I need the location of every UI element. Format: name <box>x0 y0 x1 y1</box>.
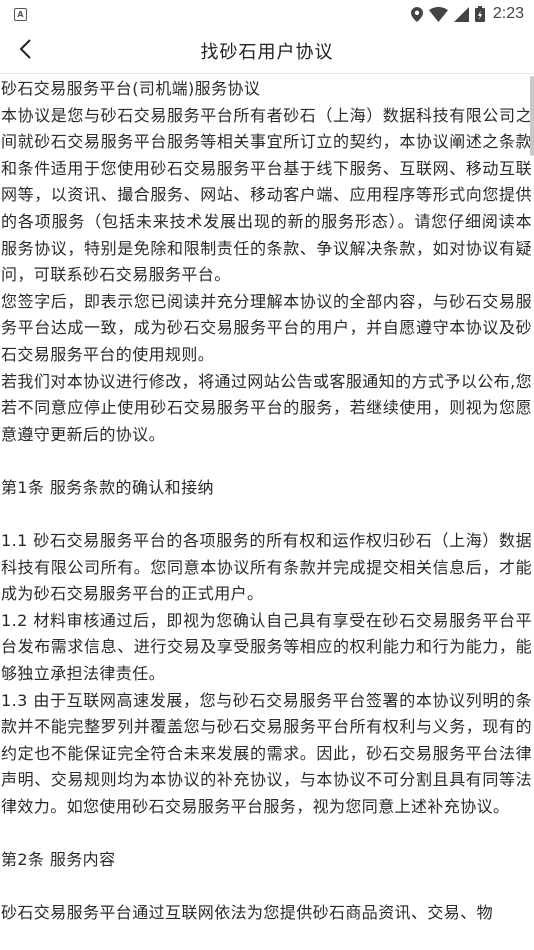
agreement-consent: 您签字后，即表示您已阅读并充分理解本协议的全部内容，与砂石交易服务平台达成一致，… <box>1 291 532 364</box>
back-arrow-icon <box>18 38 32 64</box>
battery-icon <box>474 6 485 22</box>
wifi-icon <box>428 6 448 22</box>
section-1-title: 第1条 服务条款的确认和接纳 <box>1 477 214 497</box>
section-2-title: 第2条 服务内容 <box>1 850 116 870</box>
signal-icon <box>453 6 469 22</box>
agreement-document: 砂石交易服务平台(司机端)服务协议 本协议是您与砂石交易服务平台所有者砂石（上海… <box>1 76 532 927</box>
status-right: 2:23 <box>410 5 524 23</box>
section-2-body: 砂石交易服务平台通过互联网依法为您提供砂石商品资讯、交易、物 <box>1 903 494 923</box>
a-icon: A <box>14 7 27 21</box>
location-icon <box>410 6 423 22</box>
page-title: 找砂石用户协议 <box>200 41 334 63</box>
status-left: A <box>14 7 27 21</box>
app-bar: 找砂石用户协议 <box>0 28 534 74</box>
agreement-content[interactable]: 砂石交易服务平台(司机端)服务协议 本协议是您与砂石交易服务平台所有者砂石（上海… <box>0 74 534 950</box>
clause-1-1: 1.1 砂石交易服务平台的各项服务的所有权和运作权归砂石（上海）数据科技有限公司… <box>1 531 532 604</box>
scrollbar[interactable] <box>530 76 534 156</box>
agreement-modification: 若我们对本协议进行修改，将通过网站公告或客服通知的方式予以公布,您若不同意应停止… <box>1 371 532 444</box>
clause-1-3: 1.3 由于互联网高速发展，您与砂石交易服务平台签署的本协议列明的条款并不能完整… <box>1 690 532 817</box>
clock: 2:23 <box>492 5 524 22</box>
agreement-heading: 砂石交易服务平台(司机端)服务协议 <box>1 79 261 98</box>
clause-1-2: 1.2 材料审核通过后，即视为您确认自己具有享受在砂石交易服务平台平台发布需求信… <box>1 610 532 684</box>
back-button[interactable] <box>2 28 48 74</box>
status-bar: A 2:23 <box>0 0 534 28</box>
agreement-intro: 本协议是您与砂石交易服务平台所有者砂石（上海）数据科技有限公司之间就砂石交易服务… <box>1 105 532 285</box>
